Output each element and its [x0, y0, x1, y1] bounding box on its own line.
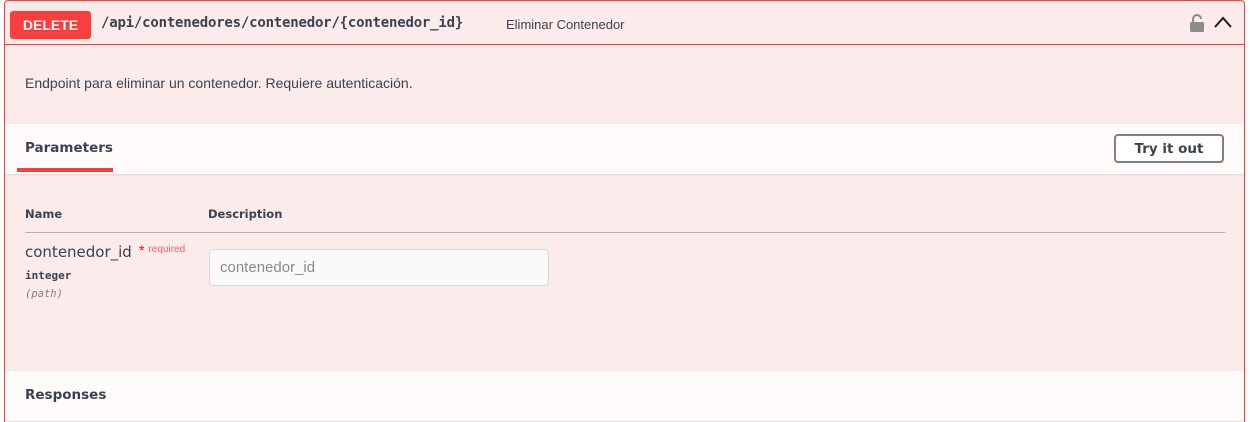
operation-summary-text: Eliminar Contenedor	[506, 17, 625, 32]
column-header-name: Name	[25, 207, 63, 221]
parameters-header: Parameters Try it out	[5, 124, 1244, 174]
param-name: contenedor_id	[25, 243, 132, 261]
lock-icon[interactable]	[1189, 13, 1205, 33]
contenedor-id-input[interactable]	[209, 249, 549, 286]
required-label: required	[148, 244, 186, 255]
operation-summary[interactable]: DELETE /api/contenedores/contenedor/{con…	[5, 1, 1244, 45]
required-star: *	[139, 242, 145, 258]
tab-active-indicator	[17, 168, 113, 172]
operation-description: Endpoint para eliminar un contenedor. Re…	[25, 75, 413, 91]
operation-path: /api/contenedores/contenedor/{contenedor…	[101, 15, 464, 31]
try-it-out-button[interactable]: Try it out	[1114, 134, 1224, 163]
operation-block-delete: DELETE /api/contenedores/contenedor/{con…	[4, 0, 1245, 422]
chevron-up-icon[interactable]	[1213, 15, 1233, 29]
column-header-description: Description	[208, 207, 283, 221]
tab-parameters[interactable]: Parameters	[17, 124, 121, 172]
table-header-divider	[25, 232, 1225, 233]
responses-header: Responses	[5, 371, 1244, 421]
param-location: (path)	[25, 288, 63, 300]
param-type: integer	[25, 269, 72, 282]
param-required: * required	[139, 242, 186, 259]
responses-title: Responses	[25, 387, 107, 403]
method-badge: DELETE	[10, 11, 91, 39]
